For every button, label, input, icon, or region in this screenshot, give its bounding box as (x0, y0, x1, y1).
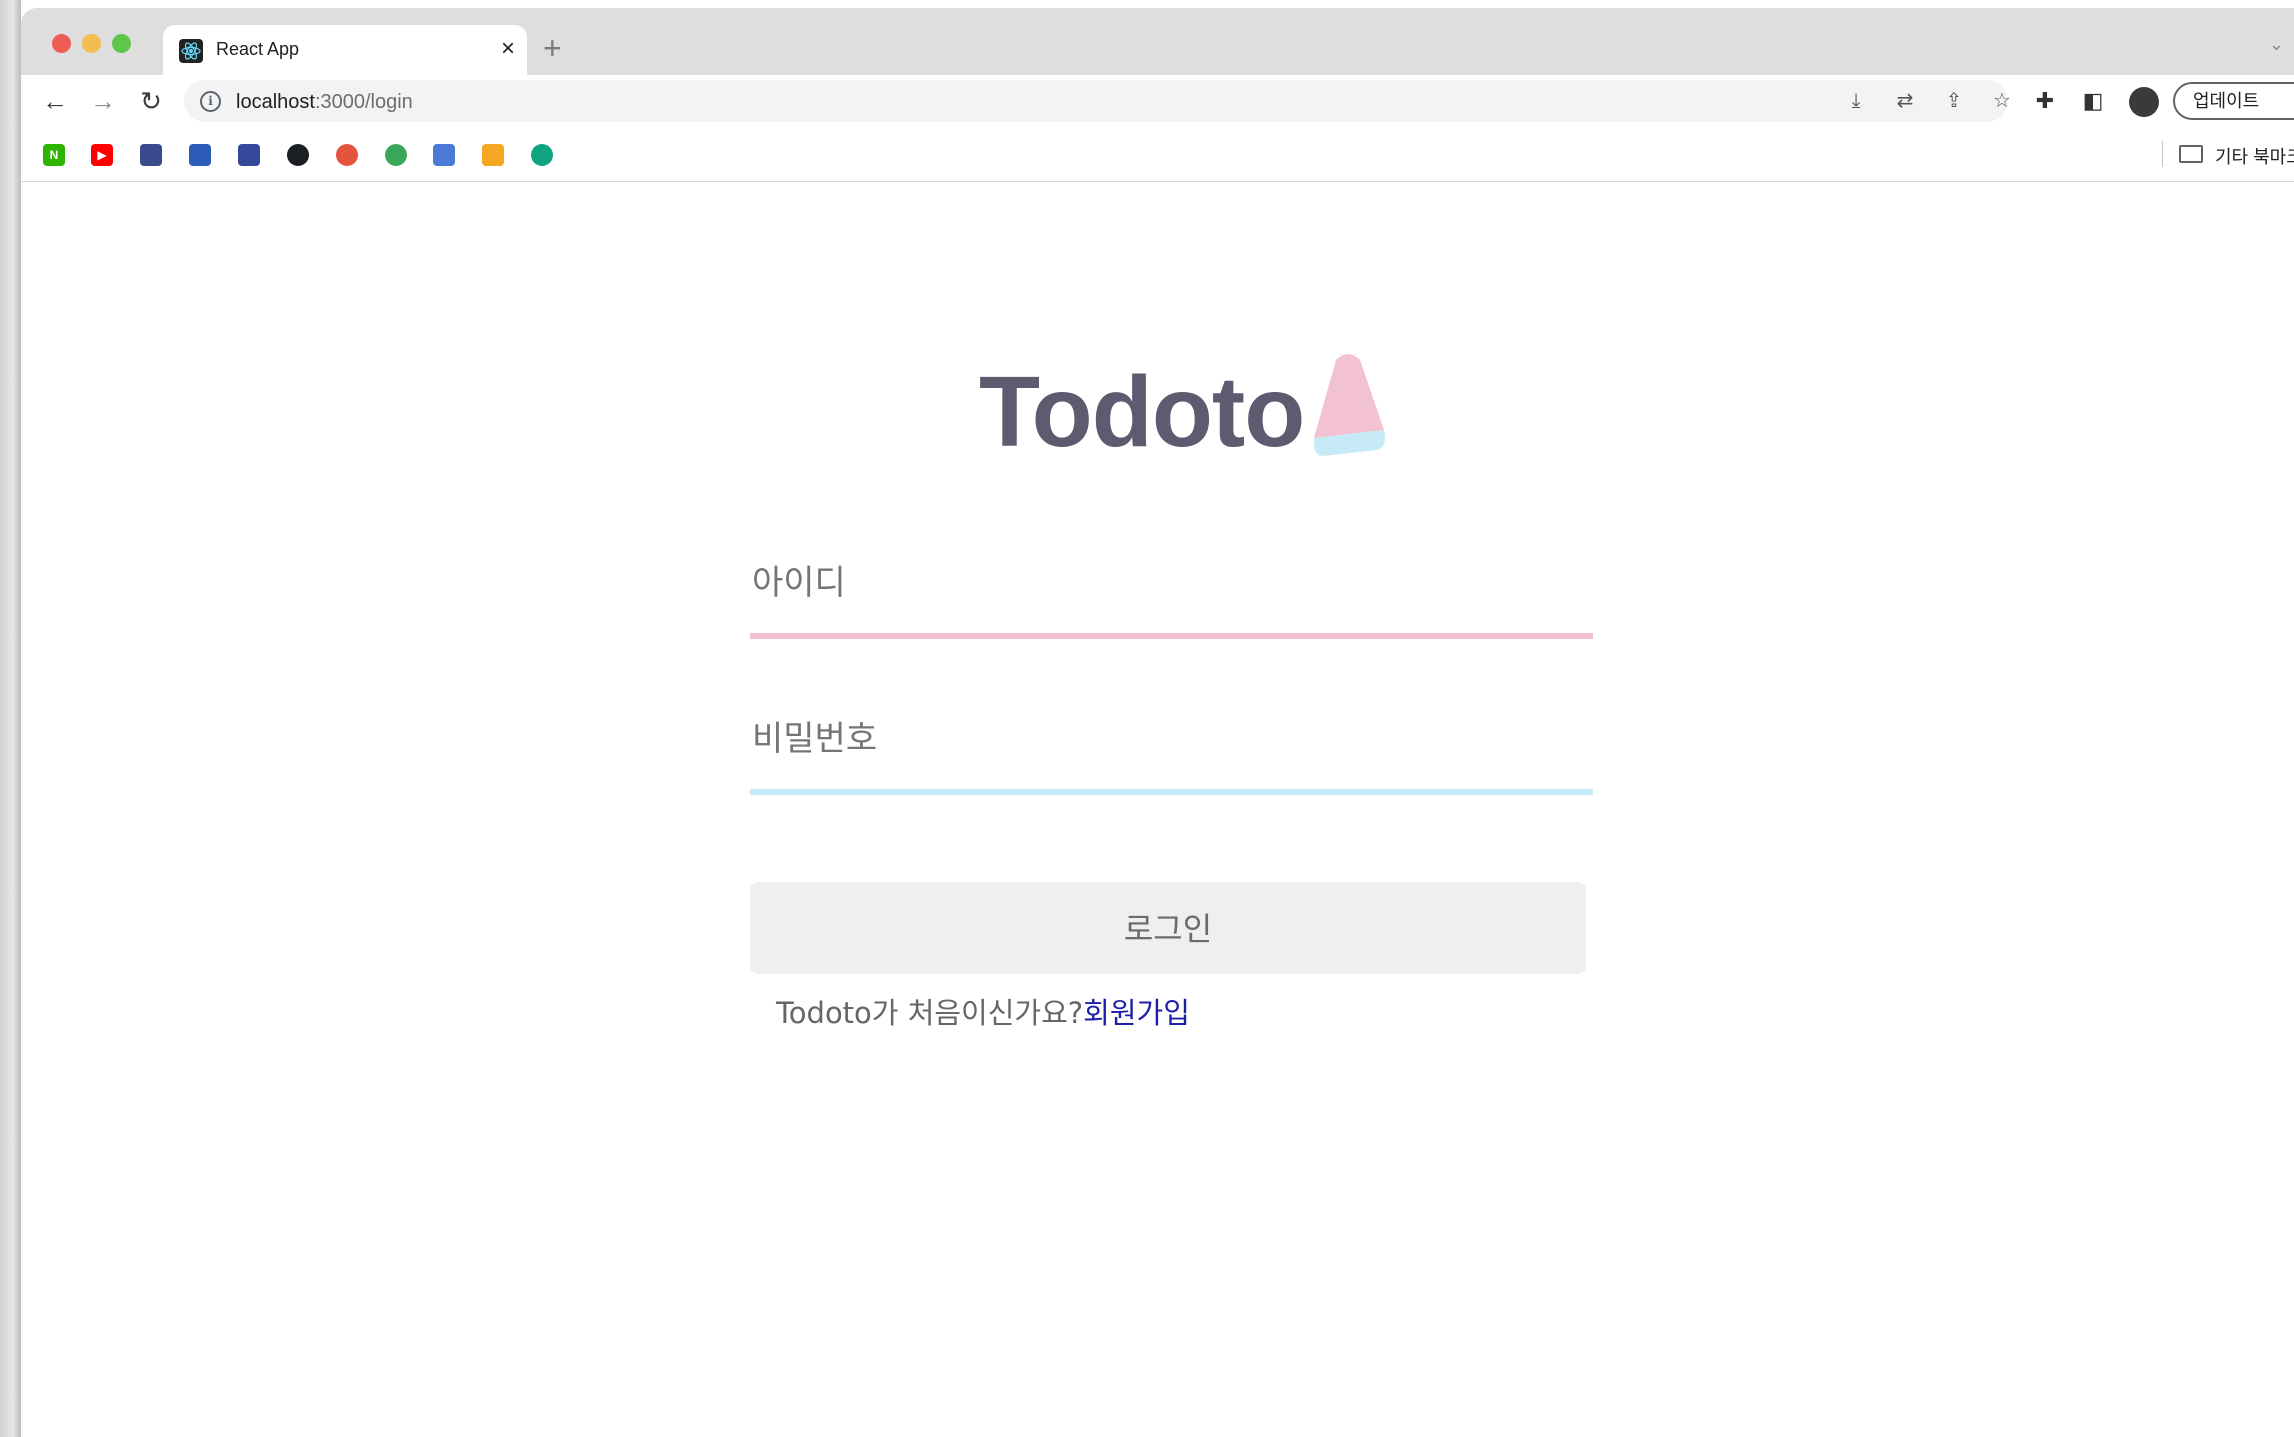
update-button[interactable]: 업데이트 (2173, 82, 2294, 120)
info-icon[interactable]: i (200, 91, 221, 112)
url-host: localhost (236, 91, 315, 113)
signup-link[interactable]: 회원가입 (1083, 996, 1190, 1030)
chevron-down-icon[interactable]: ⌄ (2269, 34, 2284, 55)
bookmark-youtube-label: ▶ (97, 148, 107, 162)
bookmark-site-8[interactable] (385, 144, 407, 166)
new-tab-button[interactable]: + (543, 32, 562, 64)
password-input[interactable] (750, 708, 1597, 770)
url-path: :3000/login (314, 91, 413, 113)
bookmark-site-10[interactable] (482, 144, 504, 166)
popsicle-logo-icon (1313, 354, 1385, 456)
window-shadow (0, 0, 21, 1437)
back-arrow-icon[interactable]: ← (37, 83, 73, 119)
folder-icon[interactable] (2179, 145, 2203, 163)
signup-prompt: Todoto가 처음이신가요? (776, 996, 1084, 1030)
minimize-window-button[interactable] (82, 34, 101, 53)
profile-avatar[interactable] (2129, 87, 2159, 117)
side-panel-icon[interactable]: ◧ (2079, 87, 2107, 115)
tab-strip: React App × + ⌄ (21, 8, 2294, 75)
toolbar: ← → ↻ i localhost:3000/login ⤓ ⇄ ⇪ ☆ ✚ ◧… (21, 75, 2294, 127)
other-bookmarks[interactable]: 기타 북마크 (2215, 143, 2294, 169)
signup-row: Todoto가 처음이신가요?회원가입 (776, 990, 1190, 1032)
url-text[interactable]: localhost:3000/login (236, 91, 413, 114)
tab-title: React App (216, 39, 300, 59)
password-underline (750, 789, 1593, 795)
address-bar[interactable]: i localhost:3000/login ⤓ ⇄ ⇪ ☆ (184, 80, 2011, 122)
bookmark-site-5[interactable] (238, 144, 260, 166)
bookmarks-divider (2162, 141, 2163, 167)
share-icon[interactable]: ⇪ (1942, 89, 1966, 113)
bookmark-naver[interactable]: N (43, 144, 65, 166)
bookmark-site-9[interactable] (433, 144, 455, 166)
maximize-window-button[interactable] (112, 34, 131, 53)
bookmark-site-3[interactable] (140, 144, 162, 166)
bookmark-site-7[interactable] (336, 144, 358, 166)
login-button[interactable]: 로그인 (750, 882, 1586, 974)
bookmark-youtube[interactable]: ▶ (91, 144, 113, 166)
id-input[interactable] (750, 552, 1597, 614)
react-icon (179, 39, 203, 63)
extensions-icon[interactable]: ✚ (2031, 87, 2059, 115)
bookmark-site-4[interactable] (189, 144, 211, 166)
bookmark-naver-label: N (49, 148, 59, 162)
id-underline (750, 633, 1593, 639)
app-logo: Todoto (979, 356, 1305, 468)
github-icon[interactable] (287, 144, 309, 166)
bookmark-star-icon[interactable]: ☆ (1990, 89, 2014, 113)
translate-icon[interactable]: ⇄ (1893, 89, 1917, 113)
reload-icon[interactable]: ↻ (133, 83, 169, 119)
install-app-icon[interactable]: ⤓ (1844, 89, 1868, 113)
bookmarks-bar: N ▶ 기타 북마크 (21, 127, 2294, 182)
page-content: Todoto 로그인 Todoto가 처음이신가요?회원가입 (21, 182, 2294, 1437)
tab-react-app[interactable]: React App × (163, 25, 527, 75)
chatgpt-icon[interactable] (531, 144, 553, 166)
forward-arrow-icon[interactable]: → (85, 83, 121, 119)
browser-window: React App × + ⌄ ← → ↻ i localhost:3000/l… (21, 8, 2294, 1437)
close-icon[interactable]: × (501, 35, 515, 63)
close-window-button[interactable] (52, 34, 71, 53)
